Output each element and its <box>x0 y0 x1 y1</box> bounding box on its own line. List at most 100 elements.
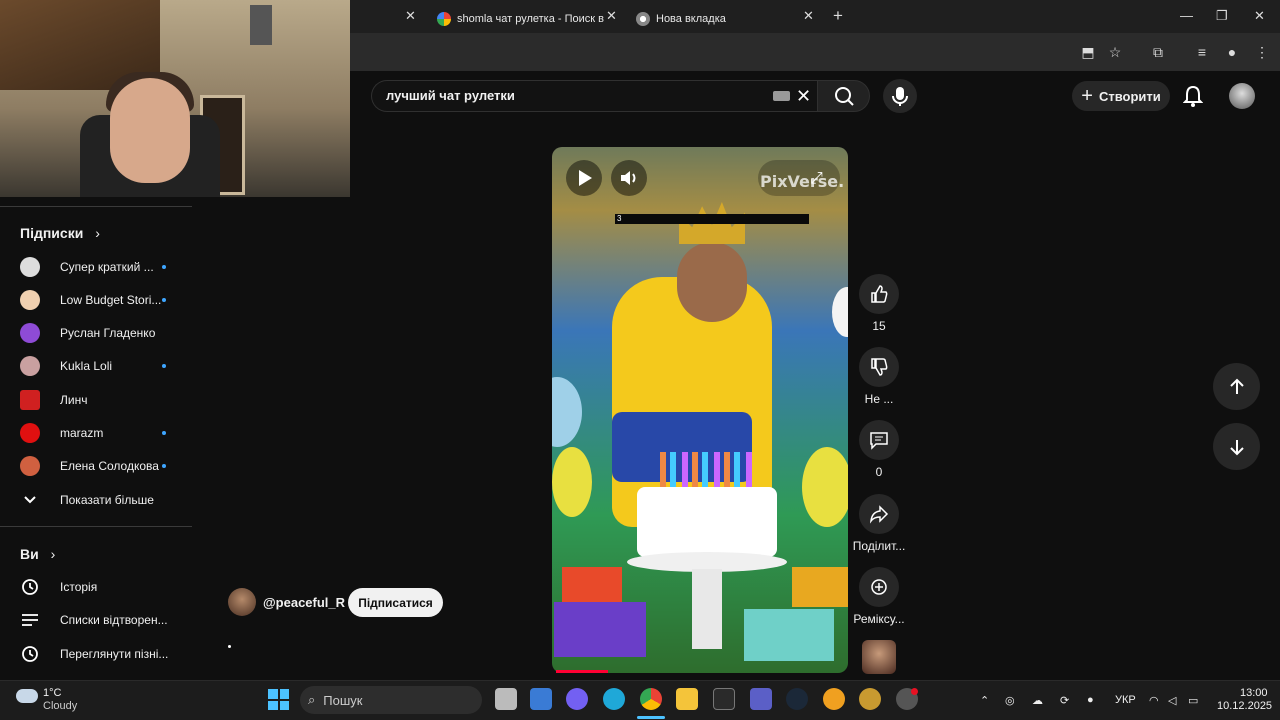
file-explorer-icon[interactable] <box>676 688 698 710</box>
balloon-image <box>552 377 582 447</box>
voice-search-button[interactable] <box>883 79 917 113</box>
tab-close-button[interactable]: ✕ <box>803 8 814 24</box>
cake-image <box>637 487 777 557</box>
teams-icon[interactable] <box>750 688 772 710</box>
volume-icon[interactable]: ◁ <box>1168 694 1176 707</box>
weather-temp[interactable]: 1°C <box>43 687 61 699</box>
sidebar-item-subscription[interactable]: Kukla Loli <box>20 355 180 377</box>
channel-handle[interactable]: @peaceful_R <box>263 595 345 610</box>
sidebar-item-subscription[interactable]: Low Budget Stori... <box>20 289 180 311</box>
chrome-icon[interactable] <box>640 688 662 710</box>
comments-button[interactable] <box>859 420 899 460</box>
tab-close-button[interactable]: ✕ <box>606 8 617 24</box>
sidebar-item-label: Списки відтворен... <box>60 613 168 627</box>
app-icon[interactable] <box>823 688 845 710</box>
tab-new[interactable]: Нова вкладка <box>636 4 726 33</box>
you-title: Ви <box>20 546 39 562</box>
install-app-icon[interactable]: ⬒ <box>1080 44 1096 60</box>
channel-avatar[interactable] <box>228 588 256 616</box>
mute-button[interactable] <box>611 160 647 196</box>
steam-icon[interactable] <box>786 688 808 710</box>
task-view-icon[interactable] <box>495 688 517 710</box>
app-icon[interactable] <box>859 688 881 710</box>
minimize-button[interactable]: — <box>1180 8 1193 23</box>
subscribe-button[interactable]: Підписатися <box>348 588 443 617</box>
sidebar-item-subscription[interactable]: Супер краткий ... <box>20 256 180 278</box>
taskbar-search[interactable]: ⌕ Пошук <box>300 686 482 714</box>
sidebar-show-more[interactable]: Показати більше <box>20 489 180 511</box>
account-avatar[interactable] <box>1229 83 1255 109</box>
fullscreen-icon[interactable]: ⤢ <box>810 170 823 188</box>
wifi-icon[interactable]: ◠ <box>1149 694 1159 707</box>
bookmark-star-icon[interactable]: ☆ <box>1107 44 1123 60</box>
share-button[interactable] <box>859 494 899 534</box>
profile-icon[interactable]: ● <box>1224 44 1240 60</box>
language-indicator[interactable]: УКР <box>1115 694 1136 706</box>
shorts-video-player[interactable] <box>552 147 848 673</box>
dislike-button[interactable] <box>859 347 899 387</box>
previous-video-button[interactable] <box>1213 363 1260 410</box>
tray-app-icon[interactable]: ◎ <box>1005 694 1015 707</box>
browser-toolbar <box>350 33 1280 71</box>
menu-kebab-icon[interactable]: ⋮ <box>1254 44 1270 60</box>
store-icon[interactable] <box>530 688 552 710</box>
clock-date[interactable]: 10.12.2025 <box>1217 700 1272 712</box>
new-tab-button[interactable]: + <box>833 6 843 26</box>
epic-games-icon[interactable] <box>713 688 735 710</box>
window-close-button[interactable]: ✕ <box>1254 8 1265 24</box>
tab-title: shomla чат рулетка - Поиск в <box>457 12 605 25</box>
notifications-button[interactable] <box>1182 85 1204 112</box>
gift-box-image <box>562 567 622 602</box>
create-button[interactable]: + Створити <box>1072 81 1170 111</box>
microphone-icon[interactable]: ● <box>1087 694 1094 706</box>
tab-close-button[interactable]: ✕ <box>405 8 416 24</box>
search-icon: ⌕ <box>308 692 316 707</box>
chevron-down-icon <box>20 490 40 510</box>
sidebar-item-playlists[interactable]: Списки відтворен... <box>20 609 180 631</box>
restore-button[interactable]: ❐ <box>1216 8 1228 24</box>
play-button[interactable] <box>566 160 602 196</box>
sidebar-item-subscription[interactable]: marazm <box>20 422 180 444</box>
windows-start-icon[interactable] <box>268 689 289 710</box>
keyboard-icon[interactable] <box>773 91 790 101</box>
chevron-up-icon[interactable]: ⌃ <box>980 694 989 707</box>
sound-thumbnail[interactable] <box>862 640 896 674</box>
tab-title: Нова вкладка <box>656 12 726 25</box>
remix-button[interactable] <box>859 567 899 607</box>
sidebar-you-heading[interactable]: Ви › <box>20 546 55 562</box>
onedrive-icon[interactable]: ☁ <box>1032 694 1043 707</box>
search-input[interactable]: лучший чат рулетки <box>386 88 515 103</box>
sidebar-item-subscription[interactable]: Линч <box>20 389 180 411</box>
sidebar-item-label: Руслан Гладенко <box>60 326 156 340</box>
sidebar-item-watch-later[interactable]: Переглянути пізні... <box>20 643 180 665</box>
sidebar-item-history[interactable]: Історія <box>20 576 180 598</box>
sidebar-item-subscription[interactable]: Руслан Гладенко <box>20 322 180 344</box>
battery-icon[interactable]: ▭ <box>1188 694 1198 707</box>
chevron-right-icon: › <box>50 546 56 562</box>
playlist-icon <box>20 610 40 630</box>
extensions-icon[interactable]: ⧉ <box>1150 44 1166 60</box>
next-video-button[interactable] <box>1213 423 1260 470</box>
clear-search-icon[interactable]: ✕ <box>796 86 811 107</box>
tab-search[interactable]: shomla чат рулетка - Поиск в <box>437 4 604 33</box>
media-control-icon[interactable]: ≡ <box>1194 44 1210 60</box>
sidebar-item-label: Історія <box>60 580 98 594</box>
new-content-dot <box>162 464 166 468</box>
new-content-dot <box>162 364 166 368</box>
sidebar-divider <box>0 526 192 527</box>
sidebar-subscriptions-heading[interactable]: Підписки › <box>20 225 100 241</box>
like-count: 15 <box>872 319 886 333</box>
google-icon <box>437 11 451 26</box>
viber-icon[interactable] <box>566 688 588 710</box>
video-progress-bar[interactable] <box>556 670 608 673</box>
chrome-icon <box>636 11 650 26</box>
weather-desc[interactable]: Cloudy <box>43 700 77 712</box>
search-button[interactable] <box>817 80 870 112</box>
clock-time[interactable]: 13:00 <box>1240 687 1268 699</box>
like-button[interactable] <box>859 274 899 314</box>
sidebar-item-subscription[interactable]: Елена Солодкова <box>20 455 180 477</box>
comment-icon <box>870 432 888 450</box>
edge-icon[interactable] <box>603 688 625 710</box>
sync-icon[interactable]: ⟳ <box>1060 694 1069 707</box>
webcam-person-face <box>110 78 190 183</box>
